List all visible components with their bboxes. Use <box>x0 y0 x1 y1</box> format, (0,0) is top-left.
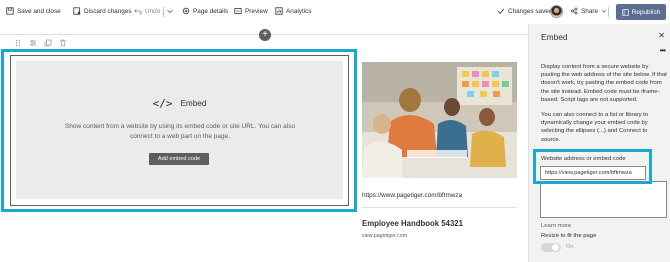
meeting-illustration <box>362 62 517 178</box>
toggle-state-label: On <box>566 244 574 250</box>
content-divider <box>362 207 517 208</box>
undo-button[interactable]: Undo <box>134 7 160 15</box>
duplicate-icon[interactable] <box>44 39 52 47</box>
embed-url-text: https://www.pagetiger.com/bftmwza <box>362 192 463 199</box>
undo-label: Undo <box>145 7 161 15</box>
pane-title: Embed <box>541 32 568 42</box>
learn-more-link[interactable]: Learn more <box>541 223 571 229</box>
link-title[interactable]: Employee Handbook 54321 <box>362 219 463 228</box>
website-address-label: Website address or embed code <box>541 156 626 162</box>
page-details-button[interactable]: Page details <box>182 7 228 15</box>
resize-toggle[interactable] <box>541 243 561 252</box>
share-button[interactable]: Share <box>570 7 607 15</box>
discard-changes-button[interactable]: Discard changes <box>73 7 132 15</box>
pane-connect-description: You can also connect to a list or librar… <box>541 112 649 143</box>
avatar[interactable] <box>550 5 563 18</box>
republish-button[interactable]: Republish <box>616 4 666 20</box>
toolbar-separator <box>163 7 164 17</box>
close-icon[interactable]: ✕ <box>658 31 665 40</box>
embed-placeholder-description: Show content from a website by using its… <box>64 123 296 140</box>
code-icon: </> <box>152 97 173 110</box>
chevron-down-icon <box>602 10 607 13</box>
embed-code-textarea[interactable] <box>540 181 667 218</box>
discard-changes-label: Discard changes <box>84 7 132 15</box>
analytics-label: Analytics <box>286 7 312 15</box>
analytics-button[interactable]: Analytics <box>275 7 312 15</box>
toggle-knob <box>552 244 559 251</box>
share-label: Share <box>581 7 599 15</box>
share-icon <box>571 7 578 15</box>
embed-placeholder-title: Embed <box>180 99 207 108</box>
embed-placeholder-header: </> Embed <box>16 97 343 110</box>
save-and-close-label: Save and close <box>17 7 61 15</box>
command-bar: Save and close Discard changes Undo Page… <box>0 0 670 24</box>
toolbar-separator <box>608 7 609 17</box>
add-embed-code-button[interactable]: Add embed code <box>149 153 209 165</box>
discard-icon <box>73 7 81 15</box>
delete-icon[interactable] <box>59 39 67 47</box>
save-and-close-button[interactable]: Save and close <box>6 7 61 15</box>
meeting-photo <box>362 62 517 178</box>
changes-saved-status: Changes saved <box>497 7 552 15</box>
edit-properties-icon[interactable] <box>29 39 37 47</box>
undo-icon <box>134 9 142 15</box>
pane-description: Display content from a secure website by… <box>541 64 667 103</box>
more-options-icon[interactable]: ••• <box>660 46 666 55</box>
save-icon <box>6 7 14 15</box>
preview-icon <box>234 8 242 14</box>
gear-icon <box>182 7 190 15</box>
embed-webpart-placeholder: </> Embed Show content from a website by… <box>16 61 343 199</box>
republish-label: Republish <box>631 8 661 16</box>
analytics-icon <box>275 7 283 15</box>
preview-button[interactable]: Preview <box>234 7 268 15</box>
resize-label: Resize to fit the page <box>541 233 597 239</box>
chevron-down-icon <box>167 9 173 14</box>
drag-handle-icon[interactable] <box>14 39 22 47</box>
website-address-input[interactable]: https://view.pagetiger.com/bftmwza <box>540 166 646 180</box>
add-section-plus-icon[interactable]: + <box>259 29 271 41</box>
checkmark-icon <box>497 8 505 14</box>
republish-icon <box>622 8 629 16</box>
link-domain: view.pagetiger.com <box>362 233 408 239</box>
preview-label: Preview <box>245 7 268 15</box>
page-details-label: Page details <box>193 7 229 15</box>
webpart-toolbar <box>14 39 67 47</box>
changes-saved-label: Changes saved <box>508 7 553 15</box>
undo-dropdown-chevron-icon[interactable] <box>166 7 174 15</box>
